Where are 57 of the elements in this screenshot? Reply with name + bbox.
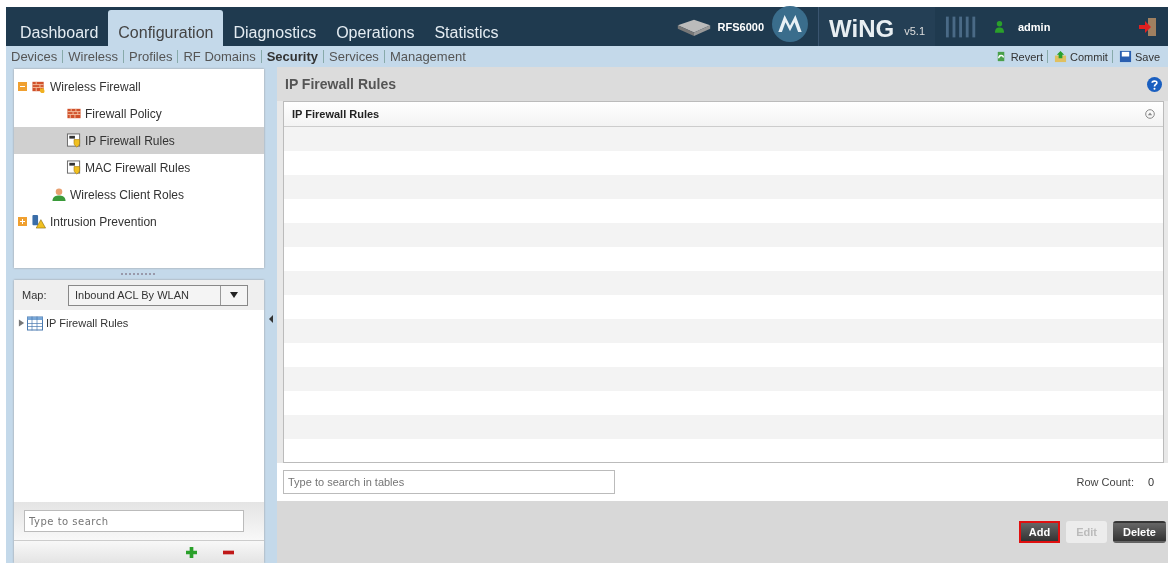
collapse-up-icon[interactable] xyxy=(1145,109,1155,119)
nav-tab[interactable]: Operations xyxy=(326,16,425,46)
tree-item[interactable]: IP Firewall Rules xyxy=(14,314,264,332)
tree-item[interactable]: Firewall Policy xyxy=(14,100,264,127)
nav-tab[interactable]: Dashboard xyxy=(10,16,109,46)
map-dropdown[interactable]: Inbound ACL By WLAN xyxy=(68,284,248,306)
section-link[interactable]: RF Domains xyxy=(178,49,261,64)
nav-tab[interactable]: Statistics xyxy=(424,16,509,46)
save-icon xyxy=(1118,50,1132,63)
action-link[interactable]: Revert xyxy=(1010,50,1048,63)
upload-box-icon xyxy=(1054,50,1068,63)
row-count-label: Row Count: xyxy=(1076,476,1134,488)
caret-icon xyxy=(230,292,238,298)
shield-document-icon xyxy=(66,133,82,148)
tree-item[interactable]: Intrusion Prevention xyxy=(14,208,264,235)
panel-title: IP Firewall Rules xyxy=(285,76,396,92)
action-link[interactable]: Save xyxy=(1134,50,1164,63)
add-icon[interactable] xyxy=(186,546,197,558)
action-link[interactable]: Commit xyxy=(1070,50,1112,63)
device-warning-icon xyxy=(31,214,47,229)
shield-document-icon xyxy=(66,160,82,175)
collapse-handle-icon[interactable] xyxy=(268,315,273,323)
section-link[interactable]: Devices xyxy=(6,49,63,64)
tree-item[interactable]: Wireless Firewall xyxy=(14,73,264,100)
nav-tab[interactable]: Diagnostics xyxy=(223,16,327,46)
version-label: v5.1 xyxy=(904,24,925,39)
section-link[interactable]: Services xyxy=(324,49,384,64)
section-link[interactable]: Security xyxy=(261,49,323,64)
router-icon xyxy=(675,17,712,36)
action-button[interactable]: Add xyxy=(1018,521,1061,543)
row-count-value: 0 xyxy=(1146,476,1156,488)
m-logo-icon xyxy=(772,5,809,42)
brick-wall-flame-icon xyxy=(31,79,47,94)
user-name: admin xyxy=(1018,20,1052,33)
logout-icon[interactable] xyxy=(1138,16,1158,37)
tree-item[interactable]: MAC Firewall Rules xyxy=(14,154,264,181)
collapse-icon[interactable] xyxy=(18,82,27,91)
splitter-handle[interactable] xyxy=(121,273,157,275)
section-link[interactable]: Profiles xyxy=(124,49,178,64)
expand-icon[interactable] xyxy=(18,217,27,226)
action-button[interactable]: Delete xyxy=(1112,521,1166,543)
tree-item[interactable]: IP Firewall Rules xyxy=(14,127,264,154)
section-link[interactable]: Wireless xyxy=(63,49,124,64)
table-title: IP Firewall Rules xyxy=(292,108,380,120)
table-icon xyxy=(27,315,43,331)
map-label: Map: xyxy=(22,289,48,301)
help-icon[interactable] xyxy=(1147,76,1162,92)
device-model: RFS6000 xyxy=(717,20,765,33)
user-icon xyxy=(995,20,1004,33)
user-icon xyxy=(51,187,67,202)
brick-wall-icon xyxy=(66,106,82,121)
search-field[interactable]: Type to search xyxy=(24,510,244,532)
tree-item[interactable]: Wireless Client Roles xyxy=(14,181,264,208)
table-search-field[interactable]: Type to search in tables xyxy=(283,470,615,494)
section-link[interactable]: Management xyxy=(384,49,471,64)
product-name: WiNG xyxy=(829,14,895,44)
nav-tab[interactable]: Configuration xyxy=(108,10,224,46)
